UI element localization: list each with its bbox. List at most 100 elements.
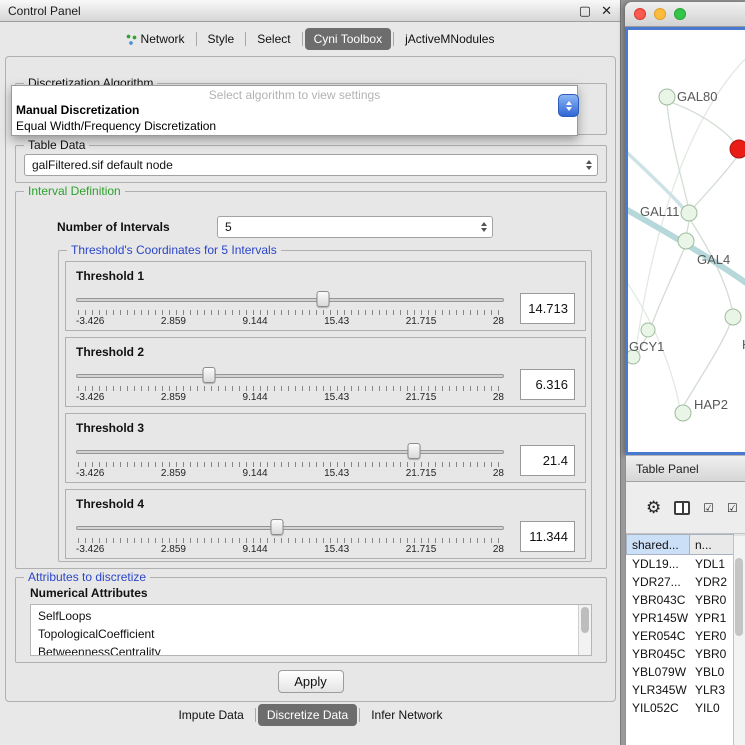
node-circle[interactable] — [681, 205, 697, 221]
node-label: GAL11 — [640, 204, 680, 219]
table-row[interactable]: YDL19...YDL1 — [626, 555, 733, 573]
table-cell-name[interactable]: YPR1 — [690, 611, 733, 625]
float-window-icon[interactable]: ▢ — [579, 3, 591, 19]
tab-style[interactable]: Style — [199, 28, 244, 50]
table-row[interactable]: YBR043CYBR0 — [626, 591, 733, 609]
bottom-tab-bar: Impute Data Discretize DataInfer Network — [0, 704, 621, 726]
scrollbar-thumb[interactable] — [581, 607, 589, 633]
slider-ticks — [78, 462, 502, 467]
tab-network[interactable]: Network — [117, 28, 194, 50]
zoom-traffic-light-icon[interactable] — [674, 8, 686, 20]
threshold-2-slider[interactable]: -3.4262.8599.14415.4321.71528 — [76, 363, 504, 405]
tab-label: Impute Data — [178, 708, 243, 722]
threshold-1-slider[interactable]: -3.4262.8599.14415.4321.71528 — [76, 287, 504, 329]
node-circle[interactable] — [678, 233, 694, 249]
table-cell-shared-name[interactable]: YLR345W — [626, 683, 690, 697]
window-title: Control Panel — [8, 4, 81, 18]
node-circle[interactable] — [641, 323, 655, 337]
scale-label: 15.43 — [324, 392, 349, 403]
table-data-group: Table Data galFiltered.sif default node — [15, 145, 607, 183]
attributes-group-title: Attributes to discretize — [24, 570, 150, 584]
table-cell-name[interactable]: YBR0 — [690, 593, 733, 607]
minimize-traffic-light-icon[interactable] — [654, 8, 666, 20]
slider-thumb[interactable] — [317, 291, 330, 307]
threshold-1-value-field[interactable]: 14.713 — [520, 293, 575, 324]
table-cell-shared-name[interactable]: YDR27... — [626, 575, 690, 589]
table-data-label: Table Data — [24, 138, 89, 152]
node-circle[interactable] — [659, 89, 675, 105]
column-header-shared-name[interactable]: shared... — [626, 534, 690, 555]
tab-impute-data[interactable]: Impute Data — [169, 704, 252, 726]
dropdown-item-equal-width-frequency[interactable]: Equal Width/Frequency Discretization — [12, 118, 577, 134]
table-cell-shared-name[interactable]: YER054C — [626, 629, 690, 643]
apply-button[interactable]: Apply — [278, 670, 344, 693]
table-cell-name[interactable]: YER0 — [690, 629, 733, 643]
columns-icon[interactable] — [674, 501, 690, 515]
scrollbar-thumb[interactable] — [735, 558, 743, 636]
tab-infer-network[interactable]: Infer Network — [362, 704, 451, 726]
threshold-3-slider[interactable]: -3.4262.8599.14415.4321.71528 — [76, 439, 504, 481]
table-cell-name[interactable]: YBR0 — [690, 647, 733, 661]
table-row[interactable]: YPR145WYPR1 — [626, 609, 733, 627]
tab-separator — [302, 32, 303, 46]
table-cell-shared-name[interactable]: YIL052C — [626, 701, 690, 715]
scale-label: 15.43 — [324, 544, 349, 555]
table-cell-name[interactable]: YDR2 — [690, 575, 733, 589]
table-row[interactable]: YER054CYER0 — [626, 627, 733, 645]
threshold-4-slider[interactable]: -3.4262.8599.14415.4321.71528 — [76, 515, 504, 557]
number-of-intervals-combobox[interactable]: 5 — [217, 216, 493, 238]
attribute-item[interactable]: SelfLoops — [38, 607, 577, 625]
table-panel-header: Table Panel — [626, 455, 745, 482]
table-cell-name[interactable]: YBL0 — [690, 665, 733, 679]
slider-thumb[interactable] — [202, 367, 215, 383]
table-row[interactable]: YLR345WYLR3 — [626, 681, 733, 699]
table-row[interactable]: YBL079WYBL0 — [626, 663, 733, 681]
interval-definition-title: Interval Definition — [24, 184, 125, 198]
slider-ticks — [78, 386, 502, 391]
table-cell-shared-name[interactable]: YPR145W — [626, 611, 690, 625]
table-cell-name[interactable]: YDL1 — [690, 557, 733, 571]
threshold-3-value-field[interactable]: 21.4 — [520, 445, 575, 476]
column-header-name[interactable]: n... — [690, 534, 734, 555]
thick-edge — [628, 146, 683, 208]
table-data-combobox[interactable]: galFiltered.sif default node — [24, 154, 598, 176]
table-scrollbar[interactable] — [733, 536, 745, 745]
table-cell-name[interactable]: YIL0 — [690, 701, 733, 715]
tab-discretize-data[interactable]: Discretize Data — [258, 704, 357, 726]
node-circle[interactable] — [725, 309, 741, 325]
gear-icon[interactable]: ⚙ — [646, 498, 661, 518]
node-circle[interactable] — [675, 405, 691, 421]
slider-ticks — [78, 538, 502, 543]
attribute-item[interactable]: TopologicalCoefficient — [38, 625, 577, 643]
algorithm-combo-stepper[interactable] — [558, 94, 579, 117]
table-cell-shared-name[interactable]: YBR045C — [626, 647, 690, 661]
tab-select[interactable]: Select — [248, 28, 299, 50]
table-row[interactable]: YDR27...YDR2 — [626, 573, 733, 591]
close-window-icon[interactable]: ✕ — [601, 3, 612, 19]
threshold-4-label: Threshold 4 — [76, 497, 144, 511]
table-cell-shared-name[interactable]: YBR043C — [626, 593, 690, 607]
select-all-checkbox-icon[interactable]: ☑ — [703, 501, 714, 515]
slider-thumb[interactable] — [271, 519, 284, 535]
table-cell-shared-name[interactable]: YDL19... — [626, 557, 690, 571]
slider-thumb[interactable] — [408, 443, 421, 459]
tab-jactivemnodules[interactable]: jActiveMNodules — [396, 28, 503, 50]
slider-track — [76, 374, 504, 378]
table-row[interactable]: YBR045CYBR0 — [626, 645, 733, 663]
numerical-attributes-list[interactable]: SelfLoopsTopologicalCoefficientBetweenne… — [30, 604, 592, 656]
table-cell-shared-name[interactable]: YBL079W — [626, 665, 690, 679]
table-cell-name[interactable]: YLR3 — [690, 683, 733, 697]
dropdown-item-manual-discretization[interactable]: Manual Discretization — [12, 102, 577, 118]
threshold-4-value-field[interactable]: 11.344 — [520, 521, 575, 552]
close-traffic-light-icon[interactable] — [634, 8, 646, 20]
tab-cyni-toolbox[interactable]: Cyni Toolbox — [305, 28, 391, 50]
table-row[interactable]: YIL052CYIL0 — [626, 699, 733, 717]
network-view-canvas[interactable]: GAL80 GAL11 GAL4 GCY1 HAP2 H — [625, 27, 745, 455]
list-scrollbar[interactable] — [578, 605, 591, 655]
threshold-2-value-field[interactable]: 6.316 — [520, 369, 575, 400]
tab-label: Cyni Toolbox — [314, 32, 382, 46]
select-column-checkbox-icon[interactable]: ☑ — [727, 501, 738, 515]
highlighted-node[interactable] — [730, 140, 745, 158]
attribute-item[interactable]: BetweennessCentrality — [38, 643, 577, 656]
tab-label: Style — [208, 32, 235, 46]
